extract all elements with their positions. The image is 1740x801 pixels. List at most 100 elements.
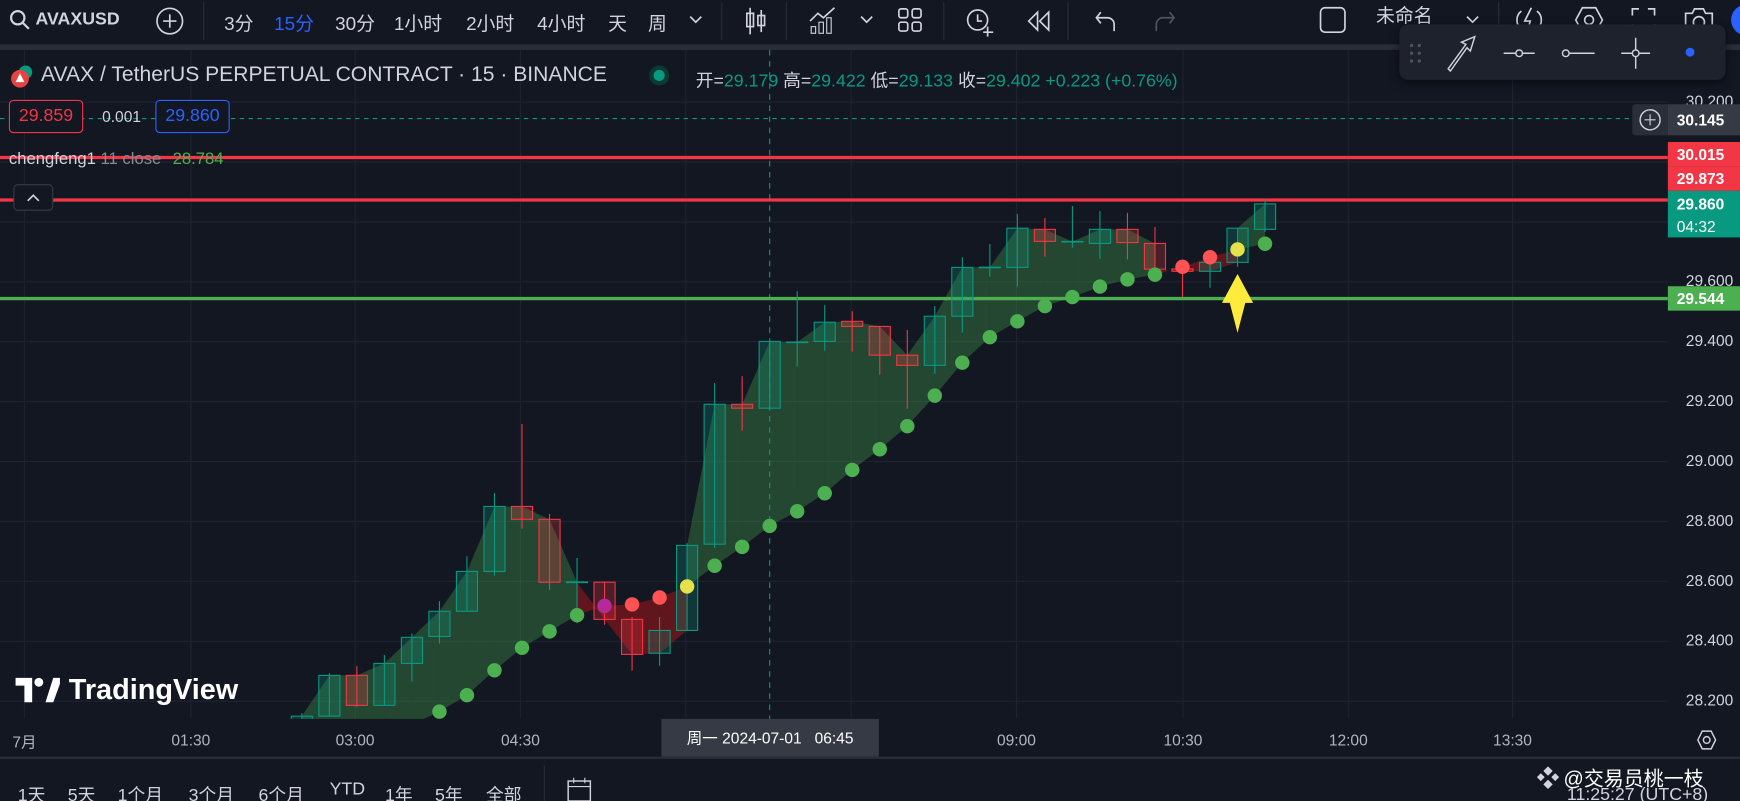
green-line-price-label: 29.544: [1667, 286, 1740, 311]
psar-dot: [542, 624, 557, 639]
crosshair-price-label: 30.145: [1667, 104, 1740, 136]
psar-dot: [679, 579, 695, 594]
psar-dot: [1202, 250, 1218, 265]
sell-button[interactable]: 29.859: [8, 99, 84, 134]
psar-dot: [817, 486, 832, 501]
price-tick-label: 28.800: [1685, 511, 1734, 530]
plot-area: [0, 49, 1668, 719]
candle-body: [923, 315, 946, 366]
price-tick-label: 29.000: [1685, 451, 1734, 470]
crosshair-time-label: 周一 2024-07-01 06:45: [661, 718, 879, 757]
psar-dot: [927, 388, 943, 403]
candle-body: [510, 505, 534, 520]
clock-timezone[interactable]: 11:25:27 (UTC+8): [1567, 785, 1708, 801]
drawing-toolbar: [1399, 24, 1726, 80]
low-label: 低=: [870, 72, 899, 91]
range-1y[interactable]: 1年: [385, 780, 413, 801]
range-6m[interactable]: 6个月: [259, 780, 304, 801]
candle-body: [455, 570, 479, 612]
psar-dot: [569, 607, 585, 623]
high-value: 29.422: [811, 72, 866, 91]
last-price-label: 29.860 04:32: [1667, 190, 1740, 238]
time-label: 7月: [12, 733, 37, 752]
range-3m[interactable]: 3个月: [189, 780, 234, 801]
calendar-goto-icon[interactable]: [566, 777, 593, 801]
psar-dot: [1037, 298, 1053, 314]
range-5y[interactable]: 5年: [435, 780, 463, 801]
candle-body: [428, 610, 451, 638]
close-value: 29.402: [986, 72, 1041, 91]
psar-dot: [514, 640, 530, 656]
psar-dot: [1147, 267, 1163, 282]
tradingview-logo-icon: [15, 677, 60, 702]
candle-body: [1253, 203, 1277, 230]
psar-dot: [1092, 279, 1108, 294]
horizontal-ray-tool-icon[interactable]: [1503, 49, 1535, 58]
buy-button[interactable]: 29.860: [155, 99, 230, 134]
cross-line-tool-icon[interactable]: [1621, 37, 1651, 69]
psar-dot: [432, 704, 447, 719]
axis-settings-icon[interactable]: [1696, 729, 1718, 751]
indicator-value: 28.784: [172, 149, 224, 169]
price-tick-label: 29.400: [1685, 331, 1734, 350]
psar-dot: [734, 539, 750, 555]
candle-body: [648, 629, 671, 654]
logo-text: TradingView: [68, 672, 239, 706]
ohlc-values: 开=29.179 高=29.422 低=29.133 收=29.402 +0.2…: [696, 65, 1178, 92]
psar-dot: [652, 590, 667, 605]
range-all[interactable]: 全部: [486, 780, 522, 801]
psar-dot: [487, 663, 502, 678]
tradingview-app: AVAXUSD 3分 15分 30分 1小时 2小时 4小时 天 周 未命名 A…: [0, 0, 1740, 801]
avax-logo-icon: [9, 63, 36, 90]
arrow-tool-icon[interactable]: [1447, 35, 1476, 73]
candle-body: [538, 518, 561, 583]
candle-body: [620, 618, 644, 655]
last-price: 29.860: [1676, 195, 1725, 214]
signal-arrow-up-icon: [1221, 274, 1254, 333]
psar-dot: [597, 598, 612, 614]
price-tick-label: 28.200: [1685, 691, 1734, 709]
open-value: 29.179: [723, 72, 779, 91]
psar-dot: [1257, 236, 1273, 251]
range-5d[interactable]: 5天: [68, 780, 96, 801]
color-dot-icon[interactable]: [1685, 47, 1695, 57]
indicator-legend[interactable]: chengfeng1 11 close 28.784: [9, 150, 224, 169]
drag-handle-icon[interactable]: [1409, 43, 1421, 63]
plus-circle-icon: [1639, 109, 1661, 131]
candle-body: [813, 321, 836, 342]
range-1m[interactable]: 1个月: [118, 780, 163, 801]
psar-dot: [955, 355, 970, 370]
psar-dot: [982, 329, 998, 345]
time-label: 09:00: [997, 731, 1036, 749]
candle-body: [1143, 242, 1167, 270]
candle-body: [703, 403, 726, 545]
chevron-up-icon: [27, 194, 40, 202]
bottom-divider: [0, 756, 1740, 759]
range-1d[interactable]: 1天: [18, 780, 46, 801]
psar-dot: [872, 442, 887, 457]
time-label: 10:30: [1163, 731, 1203, 749]
psar-dot: [1010, 314, 1025, 329]
market-status-icon[interactable]: [649, 65, 670, 86]
psar-dot: [762, 518, 777, 534]
ray-tool-icon[interactable]: [1561, 49, 1595, 58]
candle-body: [1033, 228, 1056, 242]
range-ytd[interactable]: YTD: [330, 780, 366, 800]
add-alert-button[interactable]: [1632, 104, 1668, 136]
psar-dot: [1120, 272, 1135, 287]
change-value: +0.223 (+0.76%): [1045, 72, 1178, 91]
psar-dot: [1065, 289, 1080, 305]
indicator-params: 11 close: [100, 149, 162, 169]
collapse-legend-button[interactable]: [13, 184, 54, 211]
candle-body: [731, 403, 754, 409]
tradingview-logo[interactable]: TradingView: [15, 672, 239, 706]
price-chart[interactable]: [0, 0, 1740, 801]
binance-logo-icon: [1536, 766, 1560, 789]
time-label: 04:30: [500, 731, 540, 749]
candle-body: [400, 636, 424, 664]
symbol-title[interactable]: AVAX / TetherUS PERPETUAL CONTRACT · 15 …: [41, 63, 607, 87]
candle-body: [1088, 228, 1112, 245]
red-line-price-label: 30.015: [1667, 142, 1740, 167]
close-label: 收=: [957, 72, 987, 91]
red-line-price-label: 29.873: [1667, 166, 1740, 191]
